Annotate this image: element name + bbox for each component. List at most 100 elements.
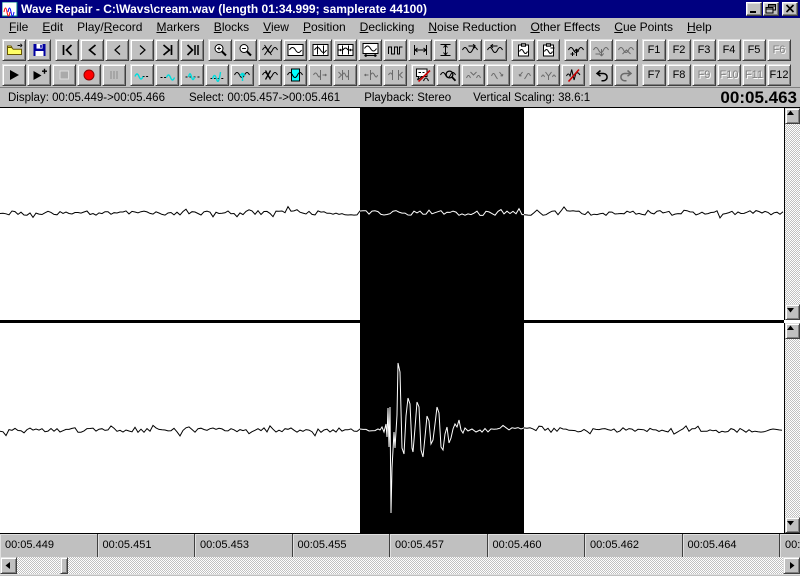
wave-slash-icon [565, 68, 580, 82]
fkey-f8-button[interactable]: F8 [667, 64, 691, 86]
left-channel-scrollbar[interactable] [784, 108, 800, 320]
toolbar-group [55, 39, 205, 61]
open-file[interactable] [2, 39, 26, 61]
clear-selection[interactable] [258, 64, 282, 86]
wave-plus-icon [567, 47, 584, 56]
paste-block-from-clipboard[interactable] [536, 39, 560, 61]
time-axis-label: 00:05.451 [98, 534, 195, 557]
wave-bars-in-icon [337, 44, 353, 56]
menu-other-effects[interactable]: Other Effects [523, 19, 607, 36]
scrollbar-track[interactable] [17, 557, 783, 574]
scroll-up-icon[interactable] [785, 323, 800, 339]
play-selection[interactable] [180, 64, 204, 86]
big-step-back[interactable] [80, 39, 104, 61]
fkey-f12-button[interactable]: F12 [767, 64, 791, 86]
save-file[interactable] [27, 39, 51, 61]
record[interactable] [77, 64, 101, 86]
square-wave-icon [387, 46, 402, 55]
vertical-zoom-in[interactable] [564, 39, 588, 61]
zoom-between-markers[interactable] [333, 39, 357, 61]
menu-cue-points[interactable]: Cue Points [607, 19, 680, 36]
toolbar-group [2, 39, 52, 61]
fit-horizontal[interactable] [408, 39, 432, 61]
cyan5-icon [233, 72, 250, 81]
menu-file[interactable]: File [2, 19, 35, 36]
waveform-canvas[interactable] [0, 108, 784, 533]
scroll-wave-right[interactable] [458, 39, 482, 61]
menu-view[interactable]: View [256, 19, 296, 36]
clipboard-wave-icon [517, 43, 529, 57]
scroll-down-icon[interactable] [785, 517, 800, 533]
patch2-icon [490, 71, 503, 80]
menu-blocks[interactable]: Blocks [207, 19, 256, 36]
mark-click[interactable] [411, 64, 435, 86]
scroll-up-icon[interactable] [785, 108, 800, 124]
play-append[interactable] [27, 64, 51, 86]
fkey-f5-button[interactable]: F5 [742, 39, 766, 61]
menu-help[interactable]: Help [680, 19, 719, 36]
play-after-cursor[interactable] [155, 64, 179, 86]
horizontal-scrollbar[interactable] [0, 557, 800, 574]
menu-position[interactable]: Position [296, 19, 353, 36]
goto-start[interactable] [55, 39, 79, 61]
zoom-block[interactable] [358, 39, 382, 61]
toolbar-group [2, 64, 127, 86]
menu-markers[interactable]: Markers [149, 19, 206, 36]
zoom-selection[interactable] [258, 39, 282, 61]
fkey-f3-button[interactable]: F3 [692, 39, 716, 61]
play-to-end[interactable] [230, 64, 254, 86]
fkey-f1-button[interactable]: F1 [642, 39, 666, 61]
show-block-list[interactable] [383, 39, 407, 61]
pause-icon [109, 71, 118, 79]
menu-declicking[interactable]: Declicking [353, 19, 422, 36]
wave-mag-icon [439, 70, 456, 82]
right-channel-scrollbar[interactable] [784, 323, 800, 533]
undo[interactable] [589, 64, 613, 86]
fkey-f7-button[interactable]: F7 [642, 64, 666, 86]
menu-play-record[interactable]: Play/Record [70, 19, 149, 36]
zoom-in[interactable] [208, 39, 232, 61]
fkey-f2-button[interactable]: F2 [667, 39, 691, 61]
zoom-out[interactable] [233, 39, 257, 61]
restore-button[interactable] [763, 2, 779, 16]
copy-block-to-clipboard[interactable] [511, 39, 535, 61]
scroll-right-button[interactable] [783, 557, 800, 574]
scroll-left-button[interactable] [0, 557, 17, 574]
scroll-wave-left[interactable] [483, 39, 507, 61]
patch1-icon [465, 71, 481, 79]
zoom-to-markers[interactable] [308, 39, 332, 61]
wave-box-icon [287, 44, 303, 56]
nav-next-icon [162, 44, 172, 56]
play[interactable] [2, 64, 26, 86]
goto-end[interactable] [180, 39, 204, 61]
scroll-down-icon[interactable] [785, 304, 800, 320]
fit-vertical[interactable] [433, 39, 457, 61]
time-axis-label: 00:05.457 [390, 534, 488, 557]
step-back[interactable] [105, 39, 129, 61]
show-selection[interactable] [283, 64, 307, 86]
menu-edit[interactable]: Edit [35, 19, 70, 36]
close-button[interactable] [782, 2, 798, 16]
toolbar-group [511, 39, 561, 61]
scrollbar-thumb[interactable] [60, 557, 68, 574]
play-plus-icon [33, 68, 47, 80]
view-whole-wave[interactable] [283, 39, 307, 61]
fkey-f4-button[interactable]: F4 [717, 39, 741, 61]
minimize-button[interactable] [746, 2, 762, 16]
toolbar-group [208, 39, 508, 61]
nudge4-icon [387, 70, 403, 80]
v-measure-icon [440, 44, 450, 56]
waveform-display[interactable] [0, 108, 800, 533]
remove-click[interactable] [561, 64, 585, 86]
step-forward[interactable] [130, 39, 154, 61]
time-axis: 00:05.449 00:05.451 00:05.453 00:05.455 00:0… [0, 533, 800, 557]
time-axis-label: 00:05.449 [0, 534, 98, 557]
menu-noise-reduction[interactable]: Noise Reduction [421, 19, 523, 36]
cyan-box-icon [286, 68, 303, 82]
time-axis-label: 00:05.455 [293, 534, 390, 557]
big-step-forward[interactable] [155, 39, 179, 61]
play-before-cursor[interactable] [130, 64, 154, 86]
fkey-f6-button: F6 [767, 39, 791, 61]
examine-click[interactable] [436, 64, 460, 86]
play-around-selection[interactable] [205, 64, 229, 86]
